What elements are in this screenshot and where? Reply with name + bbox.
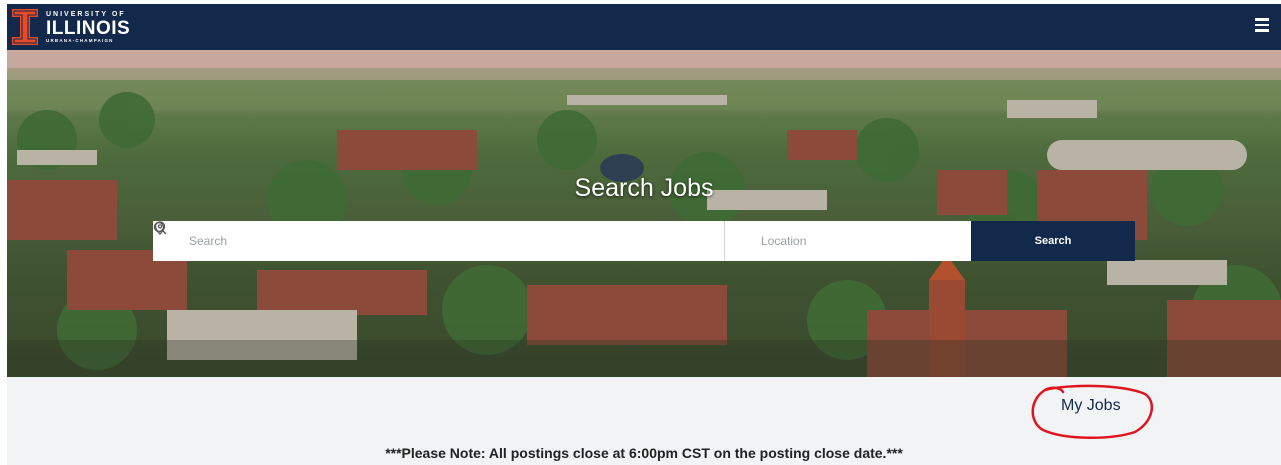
page-frame: UNIVERSITY OF ILLINOIS URBANA-CHAMPAIGN: [7, 4, 1281, 465]
location-search-field[interactable]: [154, 221, 971, 261]
keyword-search-field[interactable]: [153, 221, 725, 261]
search-input[interactable]: [189, 234, 646, 248]
logo-main-text: ILLINOIS: [46, 17, 131, 39]
location-pin-icon: [154, 221, 751, 248]
search-button[interactable]: Search: [971, 221, 1135, 261]
campus-aerial-image: [7, 50, 1281, 377]
university-logo[interactable]: UNIVERSITY OF ILLINOIS URBANA-CHAMPAIGN: [12, 7, 130, 47]
my-jobs-link[interactable]: My Jobs: [1061, 397, 1121, 415]
location-input[interactable]: [761, 234, 958, 248]
posting-close-notice: ***Please Note: All postings close at 6:…: [385, 445, 903, 461]
careers-page: UNIVERSITY OF ILLINOIS URBANA-CHAMPAIGN: [0, 0, 1281, 465]
top-navigation-bar: UNIVERSITY OF ILLINOIS URBANA-CHAMPAIGN: [7, 4, 1281, 50]
hamburger-menu-icon[interactable]: [1255, 18, 1269, 32]
job-search-bar: Search: [153, 221, 1135, 261]
block-i-icon: [12, 9, 38, 45]
hero-title: Search Jobs: [574, 174, 714, 202]
search-icon: [153, 221, 179, 248]
hero-banner: Search Jobs Search Location Search: [7, 50, 1281, 377]
logo-wordmark: UNIVERSITY OF ILLINOIS URBANA-CHAMPAIGN: [46, 11, 130, 44]
